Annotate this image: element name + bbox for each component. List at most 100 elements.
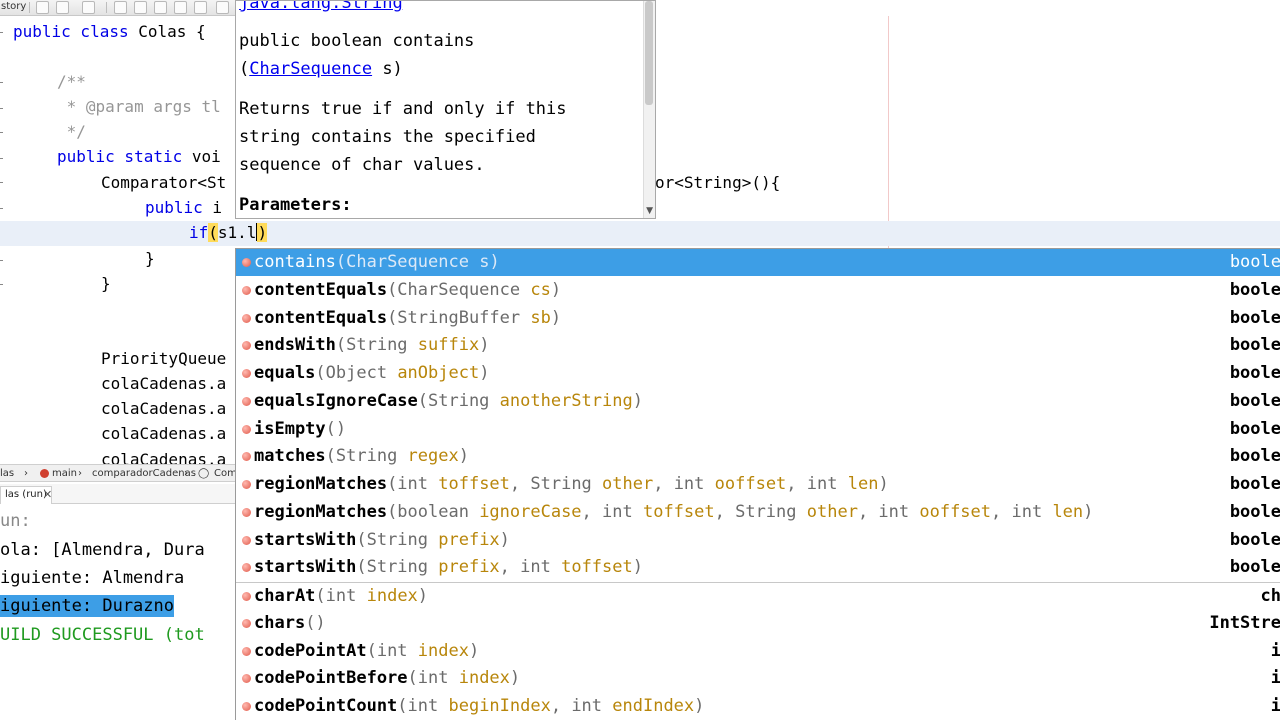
close-icon[interactable]: ✕ — [43, 488, 52, 501]
completion-method-name: contains(CharSequence s) — [254, 252, 500, 272]
method-icon — [242, 674, 251, 683]
javadoc-scrollbar[interactable]: ▼ — [643, 1, 655, 218]
completion-item-equals[interactable]: equals(Object anObject) boole — [236, 360, 1280, 387]
completion-method-name: codePointCount(int beginIndex, int endIn… — [254, 696, 705, 716]
scroll-down-icon[interactable]: ▼ — [646, 206, 653, 216]
completion-item-matches[interactable]: matches(String regex) boole — [236, 443, 1280, 470]
completion-method-name: equals(Object anObject) — [254, 363, 490, 383]
fold-gutter[interactable] — [0, 16, 8, 464]
find-next-icon[interactable] — [154, 1, 167, 14]
output-tab-bar: las (run) ✕ — [0, 484, 240, 504]
output-line: ola: [Almendra, Dura — [0, 540, 205, 560]
bookmark-icon[interactable] — [194, 1, 207, 14]
completion-method-name: codePointBefore(int index) — [254, 668, 521, 688]
completion-item-regionMatches[interactable]: regionMatches(int toffset, String other,… — [236, 471, 1280, 498]
javadoc-param: * @param args tl — [57, 97, 221, 116]
output-line: un: — [0, 511, 31, 531]
completion-item-charAt[interactable]: charAt(int index) ch — [236, 582, 1280, 609]
completion-item-contentEquals[interactable]: contentEquals(CharSequence cs) boole — [236, 277, 1280, 304]
back-icon[interactable] — [36, 1, 49, 14]
completion-item-startsWith[interactable]: startsWith(String prefix, int toffset) bo… — [236, 554, 1280, 581]
completion-return-type: i — [1270, 641, 1280, 661]
completion-item-codePointAt[interactable]: codePointAt(int index) i — [236, 638, 1280, 665]
completion-method-name: regionMatches(int toffset, String other,… — [254, 474, 889, 494]
completion-return-type: boole — [1229, 335, 1280, 355]
completion-return-type: ch — [1260, 586, 1280, 606]
completion-method-name: contentEquals(StringBuffer sb) — [254, 308, 562, 328]
completion-method-name: endsWith(String suffix) — [254, 335, 490, 355]
breadcrumb-item-class[interactable]: las — [0, 468, 14, 479]
completion-return-type: IntStre — [1209, 613, 1280, 633]
toggle-highlight-icon[interactable] — [174, 1, 187, 14]
completion-parameters: (int toffset, String other, int ooffset,… — [387, 474, 889, 494]
completion-parameters: (String regex) — [325, 446, 469, 466]
method-icon — [242, 536, 251, 545]
completion-return-type: boole — [1229, 391, 1280, 411]
method-icon — [242, 619, 251, 628]
completion-item-endsWith[interactable]: endsWith(String suffix) boole — [236, 332, 1280, 359]
completion-parameters: (StringBuffer sb) — [387, 308, 562, 328]
completion-return-type: boole — [1229, 363, 1280, 383]
method-icon — [242, 341, 251, 350]
method-icon — [242, 647, 251, 656]
method-icon — [242, 314, 251, 323]
shift-line-icon[interactable] — [216, 1, 229, 14]
output-window[interactable]: un: ola: [Almendra, Dura iguiente: Almen… — [0, 504, 240, 720]
output-line-selected: iguiente: Durazno — [0, 595, 174, 617]
method-icon — [242, 397, 251, 406]
method-icon — [242, 452, 251, 461]
method-icon — [242, 425, 251, 434]
breadcrumb-item-field[interactable]: comparadorCadenas — [92, 468, 196, 479]
history-tab-label[interactable]: story — [1, 1, 26, 12]
completion-return-type: boole — [1229, 419, 1280, 439]
completion-parameters: (String prefix) — [356, 530, 510, 550]
closing-brace-inner: } — [145, 249, 155, 268]
completion-return-type: boole — [1229, 308, 1280, 328]
class-declaration: public class Colas { — [13, 22, 206, 41]
completion-item-codePointCount[interactable]: codePointCount(int beginIndex, int endIn… — [236, 693, 1280, 720]
completion-return-type: boole — [1229, 557, 1280, 577]
main-method-declaration: public static voi — [57, 147, 221, 166]
queue-add-line: colaCadenas.a — [101, 450, 227, 464]
method-icon — [242, 563, 251, 572]
completion-item-equalsIgnoreCase[interactable]: equalsIgnoreCase(String anotherString) bo… — [236, 388, 1280, 415]
completion-item-startsWith[interactable]: startsWith(String prefix) boole — [236, 527, 1280, 554]
breadcrumb-item-main[interactable]: main — [52, 468, 77, 479]
charsequence-link[interactable]: CharSequence — [249, 59, 372, 79]
method-icon — [242, 508, 251, 517]
javadoc-class-link[interactable]: java.lang.String — [239, 1, 403, 13]
chevron-right-icon: › — [24, 468, 28, 479]
breadcrumb-item-comparator[interactable]: Com — [214, 468, 237, 479]
last-edit-icon[interactable] — [82, 1, 95, 14]
editor-toolbar: story — [0, 0, 240, 16]
completion-method-name: startsWith(String prefix) — [254, 530, 510, 550]
javadoc-popup[interactable]: java.lang.String public boolean contains… — [235, 0, 656, 219]
scrollbar-thumb[interactable] — [645, 1, 653, 105]
completion-item-regionMatches[interactable]: regionMatches(boolean ignoreCase, int to… — [236, 499, 1280, 526]
completion-parameters: (String prefix, int toffset) — [356, 557, 643, 577]
completion-method-name: isEmpty() — [254, 419, 347, 439]
completion-return-type: i — [1270, 696, 1280, 716]
completion-method-name: equalsIgnoreCase(String anotherString) — [254, 391, 643, 411]
completion-parameters: (int index) — [315, 586, 429, 606]
compare-method-declaration: public i — [145, 198, 223, 217]
completion-parameters: () — [305, 613, 326, 633]
completion-parameters: (String suffix) — [335, 335, 490, 355]
code-completion-list[interactable]: contains(CharSequence s) boole contentEqua… — [235, 248, 1280, 720]
queue-add-line: colaCadenas.a — [101, 399, 227, 418]
method-icon — [242, 258, 251, 267]
find-previous-icon[interactable] — [134, 1, 147, 14]
find-icon[interactable] — [114, 1, 127, 14]
forward-icon[interactable] — [56, 1, 69, 14]
closing-brace-outer: } — [101, 274, 111, 293]
completion-item-contentEquals[interactable]: contentEquals(StringBuffer sb) boole — [236, 305, 1280, 332]
completion-item-codePointBefore[interactable]: codePointBefore(int index) i — [236, 665, 1280, 692]
if-statement-line: if(s1.l) — [189, 223, 268, 242]
method-icon — [40, 469, 49, 478]
method-icon — [242, 369, 251, 378]
completion-item-chars[interactable]: chars() IntStre — [236, 610, 1280, 637]
completion-item-isEmpty[interactable]: isEmpty() boole — [236, 416, 1280, 443]
queue-add-line: colaCadenas.a — [101, 374, 227, 393]
completion-item-contains[interactable]: contains(CharSequence s) boole — [236, 249, 1280, 276]
completion-return-type: boole — [1229, 502, 1280, 522]
